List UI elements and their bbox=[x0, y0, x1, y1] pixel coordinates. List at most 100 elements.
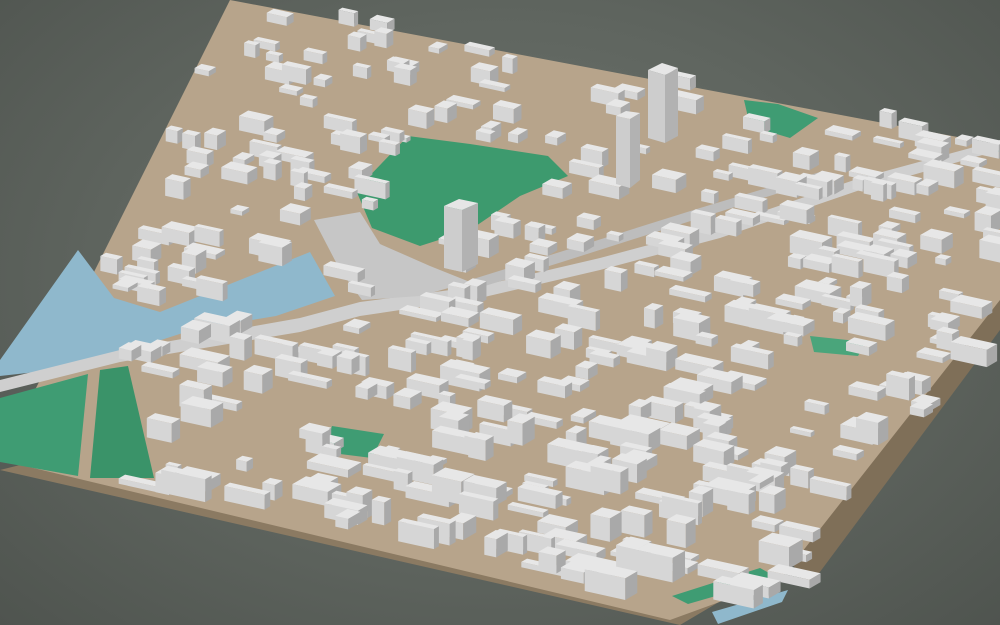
building-block bbox=[879, 107, 897, 129]
building-block bbox=[236, 455, 254, 472]
building-front bbox=[336, 356, 352, 375]
building-front bbox=[758, 491, 775, 514]
building-block bbox=[229, 332, 252, 361]
building-block bbox=[347, 31, 367, 52]
building-block bbox=[849, 280, 872, 309]
building-block bbox=[338, 7, 359, 27]
building-front bbox=[590, 514, 610, 542]
building-block bbox=[371, 495, 392, 526]
building-block bbox=[886, 370, 915, 401]
building-block bbox=[336, 351, 360, 375]
building-front bbox=[263, 161, 276, 181]
building-front bbox=[434, 105, 448, 124]
building-block bbox=[834, 152, 851, 173]
building-side bbox=[909, 375, 915, 401]
building-side bbox=[644, 510, 653, 538]
building-block bbox=[758, 532, 803, 569]
building-block bbox=[666, 514, 696, 549]
building-front bbox=[604, 269, 621, 292]
building-front bbox=[305, 429, 323, 456]
building-side bbox=[846, 483, 852, 501]
building-side bbox=[219, 229, 224, 247]
tower-east-front bbox=[616, 116, 630, 188]
building-side bbox=[827, 179, 833, 198]
building-block bbox=[243, 364, 273, 394]
building-side bbox=[411, 350, 417, 373]
building-block bbox=[244, 40, 260, 59]
building-block bbox=[870, 180, 887, 202]
building-block bbox=[258, 236, 292, 267]
tower-north bbox=[648, 63, 678, 143]
building-block bbox=[468, 432, 494, 461]
building-side bbox=[493, 498, 499, 521]
building-front bbox=[468, 436, 486, 461]
tower-park bbox=[444, 199, 478, 272]
building-side bbox=[620, 269, 628, 292]
building-block bbox=[462, 335, 481, 361]
building-front bbox=[229, 336, 245, 361]
building-front bbox=[462, 339, 473, 361]
building-front bbox=[502, 56, 513, 74]
building-block bbox=[758, 485, 786, 514]
building-front bbox=[374, 31, 387, 49]
building-side bbox=[858, 259, 863, 279]
building-front bbox=[936, 330, 953, 352]
building-block bbox=[590, 507, 622, 542]
building-block bbox=[393, 63, 417, 87]
building-block bbox=[856, 411, 889, 446]
building-block bbox=[165, 174, 191, 200]
building-front bbox=[293, 186, 305, 202]
building-block bbox=[361, 196, 379, 211]
building-block bbox=[100, 252, 123, 275]
building-block bbox=[727, 486, 756, 515]
building-front bbox=[507, 420, 523, 446]
tower-east-side bbox=[630, 113, 640, 188]
building-block bbox=[165, 125, 183, 144]
building-block bbox=[374, 27, 394, 49]
building-side bbox=[523, 534, 528, 555]
park-west-field bbox=[0, 374, 88, 476]
building-block bbox=[920, 228, 953, 254]
building-front bbox=[347, 35, 361, 52]
building-block bbox=[701, 188, 719, 204]
building-block bbox=[621, 505, 653, 538]
building-front bbox=[666, 519, 686, 549]
building-side bbox=[818, 186, 823, 201]
building-front bbox=[204, 132, 218, 151]
building-side bbox=[710, 213, 716, 236]
building-side bbox=[365, 355, 370, 377]
building-front bbox=[643, 307, 655, 329]
building-front bbox=[371, 499, 385, 526]
building-front bbox=[834, 155, 846, 173]
building-block bbox=[502, 53, 518, 74]
building-block bbox=[204, 127, 226, 151]
building-side bbox=[354, 11, 359, 27]
building-block bbox=[146, 413, 181, 443]
building-block bbox=[643, 303, 664, 329]
city-3d-viewport[interactable] bbox=[0, 0, 1000, 625]
building-side bbox=[222, 281, 228, 302]
building-front bbox=[165, 128, 178, 144]
building-block bbox=[526, 329, 561, 359]
building-block bbox=[886, 271, 910, 294]
tower-east bbox=[616, 111, 640, 188]
building-side bbox=[244, 335, 252, 361]
building-block bbox=[507, 413, 535, 446]
tower-north-front bbox=[648, 70, 665, 143]
building-side bbox=[205, 475, 212, 503]
building-block bbox=[604, 266, 628, 292]
building-side bbox=[512, 56, 518, 74]
building-side bbox=[255, 42, 260, 59]
building-block bbox=[293, 182, 313, 202]
building-side bbox=[433, 526, 439, 550]
building-block bbox=[408, 104, 435, 129]
building-side bbox=[385, 181, 390, 200]
building-front bbox=[852, 178, 863, 192]
tower-park-side bbox=[462, 203, 478, 272]
building-side bbox=[891, 110, 897, 129]
building-side bbox=[306, 66, 312, 85]
building-side bbox=[595, 309, 601, 332]
building-side bbox=[748, 138, 752, 155]
building-block bbox=[340, 129, 368, 155]
building-block bbox=[646, 340, 678, 372]
